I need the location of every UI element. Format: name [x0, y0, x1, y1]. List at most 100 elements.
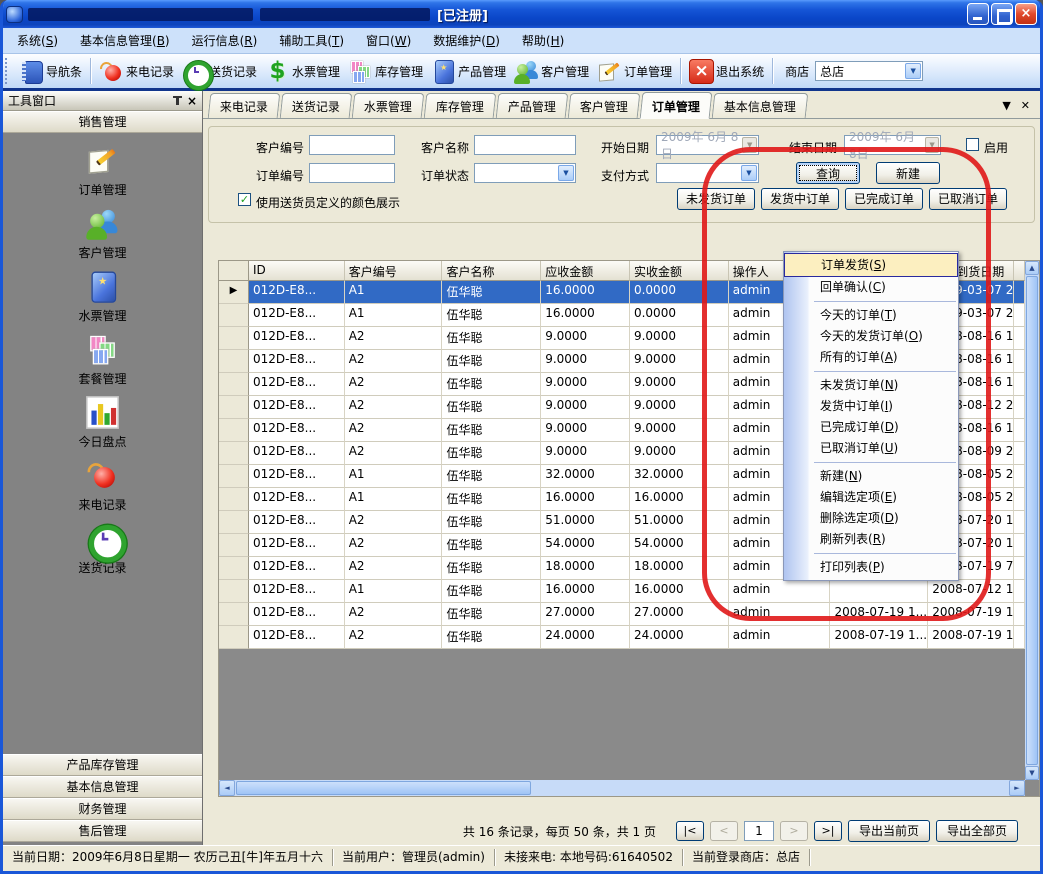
tab-customer[interactable]: 客户管理 [568, 93, 641, 118]
context-menu-item-shipping-orders[interactable]: 发货中订单(I) [784, 396, 958, 417]
cell-customer-name[interactable]: 伍华聪 [442, 419, 541, 442]
cell-customer-name[interactable]: 伍华聪 [442, 626, 541, 649]
horizontal-scroll-thumb[interactable] [236, 781, 531, 795]
context-menu-item-cancelled-orders[interactable]: 已取消订单(U) [784, 438, 958, 459]
cell-receivable[interactable]: 27.0000 [541, 603, 630, 626]
close-button[interactable]: × [1015, 3, 1037, 25]
maximize-button[interactable] [991, 3, 1013, 25]
cell-operator[interactable]: admin [729, 626, 831, 649]
cell-operator[interactable]: admin [729, 580, 831, 603]
menu-help[interactable]: 帮助(H) [511, 28, 575, 53]
close-tab-icon[interactable]: ✕ [1021, 99, 1030, 112]
sidebar-section-finance-mgmt[interactable]: 财务管理 [3, 798, 202, 820]
context-menu-item-today-ship-orders[interactable]: 今天的发货订单(O) [784, 326, 958, 347]
cell-customer-name[interactable]: 伍华聪 [442, 327, 541, 350]
cell-received[interactable]: 9.0000 [630, 350, 729, 373]
sidebar-section-basic-info-mgmt[interactable]: 基本信息管理 [3, 776, 202, 798]
cell-received[interactable]: 16.0000 [630, 580, 729, 603]
sidebar-item-package-mgmt[interactable]: 套餐管理 [78, 337, 126, 387]
toolbar-button-product-mgmt[interactable]: 产品管理 [427, 57, 510, 86]
cell-customer-name[interactable]: 伍华聪 [442, 373, 541, 396]
cell-id[interactable]: 012D-E8... [249, 534, 345, 557]
cell-customer-name[interactable]: 伍华聪 [442, 350, 541, 373]
cell-customer-code[interactable]: A2 [345, 442, 443, 465]
tab-basic-info[interactable]: 基本信息管理 [712, 93, 809, 118]
cell-receivable[interactable]: 24.0000 [541, 626, 630, 649]
cell-customer-code[interactable]: A1 [345, 488, 443, 511]
cell-customer-name[interactable]: 伍华聪 [442, 557, 541, 580]
cell-id[interactable]: 012D-E8... [249, 511, 345, 534]
table-row[interactable]: 012D-E8...A2伍华聪27.000027.0000admin2008-0… [219, 603, 1025, 626]
cell-received[interactable]: 54.0000 [630, 534, 729, 557]
cell-customer-code[interactable]: A2 [345, 419, 443, 442]
sidebar-item-customer-mgmt[interactable]: 客户管理 [78, 211, 126, 261]
cell-received[interactable]: 9.0000 [630, 373, 729, 396]
menu-window-menu[interactable]: 窗口(W) [355, 28, 422, 53]
cell-required-date[interactable]: 2008-07-19 1... [928, 626, 1014, 649]
cell-customer-name[interactable]: 伍华聪 [442, 580, 541, 603]
menu-data-maintenance[interactable]: 数据维护(D) [422, 28, 511, 53]
cell-customer-name[interactable]: 伍华聪 [442, 304, 541, 327]
cell-receivable[interactable]: 9.0000 [541, 350, 630, 373]
cell-received[interactable]: 9.0000 [630, 327, 729, 350]
cell-receivable[interactable]: 16.0000 [541, 488, 630, 511]
shipping-orders-button[interactable]: 发货中订单 [761, 188, 839, 210]
context-menu-item-receipt-confirm[interactable]: 回单确认(C) [784, 277, 958, 298]
context-menu-item-refresh-list[interactable]: 刷新列表(R) [784, 529, 958, 550]
cell-required-date[interactable]: 2008-07-19 1... [928, 603, 1014, 626]
toolbar-button-delivery-records[interactable]: 送货记录 [178, 57, 261, 86]
cell-received[interactable]: 0.0000 [630, 281, 729, 304]
minimize-button[interactable] [967, 3, 989, 25]
shop-select[interactable]: 总店▼ [815, 61, 923, 81]
cell-received[interactable]: 0.0000 [630, 304, 729, 327]
toolbar-button-nav-bar[interactable]: 导航条 [15, 57, 86, 86]
cell-customer-code[interactable]: A2 [345, 603, 443, 626]
cell-receivable[interactable]: 18.0000 [541, 557, 630, 580]
column-header-customer-code[interactable]: 客户编号 [345, 261, 443, 281]
context-menu-item-all-orders[interactable]: 所有的订单(A) [784, 347, 958, 368]
sidebar-item-delivery-records[interactable]: 送货记录 [78, 526, 126, 576]
scroll-left-icon[interactable]: ◄ [219, 780, 235, 796]
cell-id[interactable]: 012D-E8... [249, 442, 345, 465]
cell-receivable[interactable]: 16.0000 [541, 304, 630, 327]
prev-page-button[interactable]: < [710, 821, 738, 841]
cell-customer-code[interactable]: A1 [345, 281, 443, 304]
sidebar-section-after-sales-mgmt[interactable]: 售后管理 [3, 820, 202, 842]
tab-inventory[interactable]: 库存管理 [424, 93, 497, 118]
cell-id[interactable]: 012D-E8... [249, 419, 345, 442]
sidebar-section-sales-mgmt[interactable]: 销售管理 [3, 111, 202, 133]
cell-received[interactable]: 18.0000 [630, 557, 729, 580]
toolbar-button-call-records[interactable]: 来电记录 [95, 57, 178, 86]
cell-id[interactable]: 012D-E8... [249, 488, 345, 511]
cell-receivable[interactable]: 9.0000 [541, 396, 630, 419]
end-date-picker[interactable]: 2009年 6月 8日▼ [844, 135, 941, 155]
new-button[interactable]: 新建 [876, 162, 940, 184]
cell-id[interactable]: 012D-E8... [249, 350, 345, 373]
tab-water-ticket[interactable]: 水票管理 [352, 93, 425, 118]
menu-basic-info-mgmt[interactable]: 基本信息管理(B) [69, 28, 181, 53]
pay-method-select[interactable]: ▼ [656, 163, 759, 183]
order-status-select[interactable]: ▼ [474, 163, 576, 183]
close-panel-icon[interactable]: × [187, 95, 197, 107]
context-menu-item-delete-selected[interactable]: 删除选定项(D) [784, 508, 958, 529]
cell-receivable[interactable]: 16.0000 [541, 580, 630, 603]
column-header-received[interactable]: 实收金额 [630, 261, 729, 281]
sidebar-item-order-mgmt[interactable]: 订单管理 [78, 148, 126, 198]
cell-received[interactable]: 32.0000 [630, 465, 729, 488]
cell-order-date[interactable]: 2008-07-19 1... [830, 603, 928, 626]
cell-receivable[interactable]: 16.0000 [541, 281, 630, 304]
query-button[interactable]: 查询 [796, 162, 860, 184]
cell-id[interactable]: 012D-E8... [249, 603, 345, 626]
menu-runtime-info[interactable]: 运行信息(R) [181, 28, 269, 53]
cell-customer-code[interactable]: A2 [345, 373, 443, 396]
cell-customer-code[interactable]: A1 [345, 465, 443, 488]
cell-id[interactable]: 012D-E8... [249, 373, 345, 396]
cell-receivable[interactable]: 54.0000 [541, 534, 630, 557]
cell-receivable[interactable]: 9.0000 [541, 419, 630, 442]
cell-order-date[interactable]: 2008-07-19 1... [830, 626, 928, 649]
context-menu-item-print-list[interactable]: 打印列表(P) [784, 557, 958, 578]
context-menu-item-today-orders[interactable]: 今天的订单(T) [784, 305, 958, 326]
customer-code-input[interactable] [309, 135, 395, 155]
cell-id[interactable]: 012D-E8... [249, 396, 345, 419]
cell-customer-name[interactable]: 伍华聪 [442, 465, 541, 488]
